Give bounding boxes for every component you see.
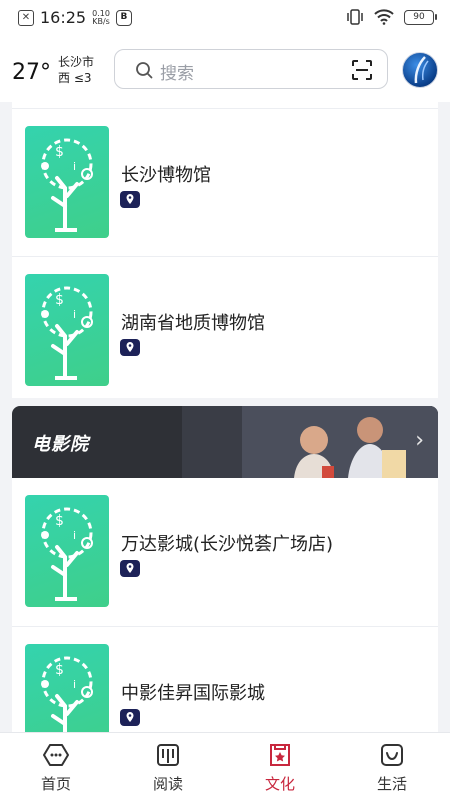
tab-culture-label: 文化 bbox=[264, 775, 295, 793]
weather-location[interactable]: 长沙市 西 ≤3 bbox=[58, 54, 94, 86]
banner-title: 电影院 bbox=[32, 434, 89, 455]
list-item[interactable]: $ i 中影佳昇国际影城 bbox=[12, 626, 438, 732]
svg-text:i: i bbox=[73, 529, 76, 542]
money-tree-icon: $i bbox=[41, 138, 93, 232]
search-bar[interactable]: 搜索 bbox=[114, 49, 388, 89]
battery-icon: 90 bbox=[404, 9, 437, 25]
money-tree-icon: $i bbox=[41, 656, 93, 732]
venue-thumbnail: $ i bbox=[25, 644, 109, 732]
venue-name: 长沙博物馆 bbox=[121, 165, 211, 186]
venue-thumbnail: $ i bbox=[25, 495, 109, 607]
wifi-icon bbox=[374, 9, 394, 25]
avatar[interactable] bbox=[402, 52, 438, 88]
svg-text:$: $ bbox=[55, 144, 64, 160]
search-placeholder: 搜索 bbox=[160, 64, 194, 84]
location-icon bbox=[120, 339, 140, 356]
status-bar: ✕ 16:25 0.10 KB/s B 90 bbox=[0, 0, 450, 36]
venue-thumbnail: $ i bbox=[25, 126, 109, 238]
venue-name: 中影佳昇国际影城 bbox=[121, 683, 265, 704]
venue-card-top: $ i 长沙博物馆 $ i 湖南省地质博物馆 bbox=[12, 102, 438, 398]
tab-home[interactable]: 首页 bbox=[0, 733, 112, 801]
venue-name: 湖南省地质博物馆 bbox=[121, 313, 265, 334]
scan-icon[interactable] bbox=[351, 59, 373, 81]
book-icon bbox=[157, 744, 179, 766]
svg-text:$: $ bbox=[55, 662, 64, 678]
bottom-tab-bar: 首页 阅读 文化 生活 bbox=[0, 732, 450, 801]
venue-thumbnail: $ i bbox=[25, 274, 109, 386]
life-icon bbox=[381, 744, 403, 766]
tab-reading-label: 阅读 bbox=[152, 775, 183, 793]
location-icon bbox=[120, 191, 140, 208]
svg-text:i: i bbox=[73, 678, 76, 691]
notification-icon: ✕ bbox=[18, 9, 34, 26]
weather-city: 长沙市 bbox=[58, 55, 95, 69]
svg-text:$: $ bbox=[55, 292, 64, 308]
vibrate-icon bbox=[347, 9, 363, 25]
cinema-banner[interactable]: 电影院 › bbox=[12, 406, 438, 478]
chevron-right-icon[interactable]: › bbox=[415, 428, 424, 453]
venue-card-bottom: $ i 万达影城(长沙悦荟广场店) $ i 中影佳昇国际影城 bbox=[12, 478, 438, 732]
tab-life[interactable]: 生活 bbox=[336, 733, 448, 801]
content-list[interactable]: $ i 长沙博物馆 $ i 湖南省地质博物馆 电影院 › $ i 万达影城(长沙… bbox=[0, 102, 450, 732]
home-icon bbox=[43, 744, 69, 766]
svg-text:i: i bbox=[73, 308, 76, 321]
top-header: 27° 长沙市 西 ≤3 搜索 bbox=[0, 36, 450, 102]
money-tree-icon: $i bbox=[41, 286, 93, 380]
venue-name: 万达影城(长沙悦荟广场店) bbox=[121, 534, 334, 555]
culture-icon bbox=[270, 744, 290, 766]
status-time: 16:25 bbox=[40, 8, 87, 27]
b-app-icon: B bbox=[115, 9, 132, 26]
list-item[interactable]: $ i 湖南省地质博物馆 bbox=[12, 256, 438, 404]
svg-text:$: $ bbox=[55, 513, 64, 529]
search-icon bbox=[136, 62, 153, 79]
banner-photo bbox=[182, 406, 438, 478]
tab-life-label: 生活 bbox=[376, 775, 407, 793]
list-item[interactable]: $ i 长沙博物馆 bbox=[12, 108, 438, 256]
network-speed: 0.10 KB/s bbox=[92, 8, 110, 26]
money-tree-icon: $i bbox=[41, 507, 93, 601]
list-item[interactable]: $ i 万达影城(长沙悦荟广场店) bbox=[12, 478, 438, 626]
location-icon bbox=[120, 709, 140, 726]
location-icon bbox=[120, 560, 140, 577]
svg-text:i: i bbox=[73, 160, 76, 173]
weather-temperature[interactable]: 27° bbox=[12, 60, 51, 85]
tab-culture[interactable]: 文化 bbox=[224, 733, 336, 801]
tab-reading[interactable]: 阅读 bbox=[112, 733, 224, 801]
tab-home-label: 首页 bbox=[40, 775, 71, 793]
weather-wind: 西 ≤3 bbox=[58, 71, 92, 85]
